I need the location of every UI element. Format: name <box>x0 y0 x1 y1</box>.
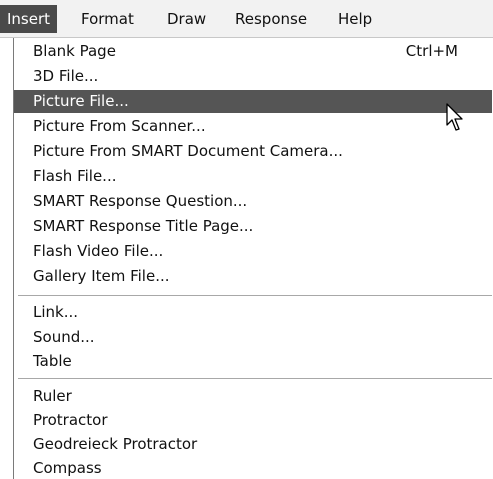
menu-separator <box>18 295 492 296</box>
menu-item-flash-file[interactable]: Flash File... <box>14 165 492 188</box>
menu-item-link[interactable]: Link... <box>14 301 492 324</box>
insert-dropdown-menu: Blank Page Ctrl+M 3D File... Picture Fil… <box>13 38 493 479</box>
menu-item-picture-from-document-camera[interactable]: Picture From SMART Document Camera... <box>14 140 492 163</box>
menu-bar: Insert Format Draw Response Help <box>0 0 493 38</box>
menu-help[interactable]: Help <box>331 5 379 33</box>
menu-item-ruler[interactable]: Ruler <box>14 385 492 408</box>
menu-item-gallery-item-file[interactable]: Gallery Item File... <box>14 265 492 288</box>
menu-item-protractor[interactable]: Protractor <box>14 409 492 432</box>
menu-item-blank-page[interactable]: Blank Page Ctrl+M <box>14 40 492 63</box>
menu-insert[interactable]: Insert <box>0 5 58 33</box>
menu-item-compass[interactable]: Compass <box>14 457 492 479</box>
menu-item-table[interactable]: Table <box>14 350 492 373</box>
menu-separator <box>18 378 492 379</box>
menu-item-picture-from-scanner[interactable]: Picture From Scanner... <box>14 115 492 138</box>
menu-item-picture-file[interactable]: Picture File... <box>14 90 492 113</box>
menu-draw[interactable]: Draw <box>160 5 213 33</box>
menu-response[interactable]: Response <box>228 5 314 33</box>
menu-item-sound[interactable]: Sound... <box>14 326 492 349</box>
menu-item-flash-video-file[interactable]: Flash Video File... <box>14 240 492 263</box>
menu-item-label: Blank Page <box>33 42 116 60</box>
shortcut-label: Ctrl+M <box>405 42 458 60</box>
menu-item-smart-response-question[interactable]: SMART Response Question... <box>14 190 492 213</box>
menu-item-geodreieck-protractor[interactable]: Geodreieck Protractor <box>14 433 492 456</box>
mouse-pointer-icon <box>446 103 463 131</box>
menu-item-smart-response-title-page[interactable]: SMART Response Title Page... <box>14 215 492 238</box>
menu-format[interactable]: Format <box>74 5 141 33</box>
menu-item-3d-file[interactable]: 3D File... <box>14 65 492 88</box>
